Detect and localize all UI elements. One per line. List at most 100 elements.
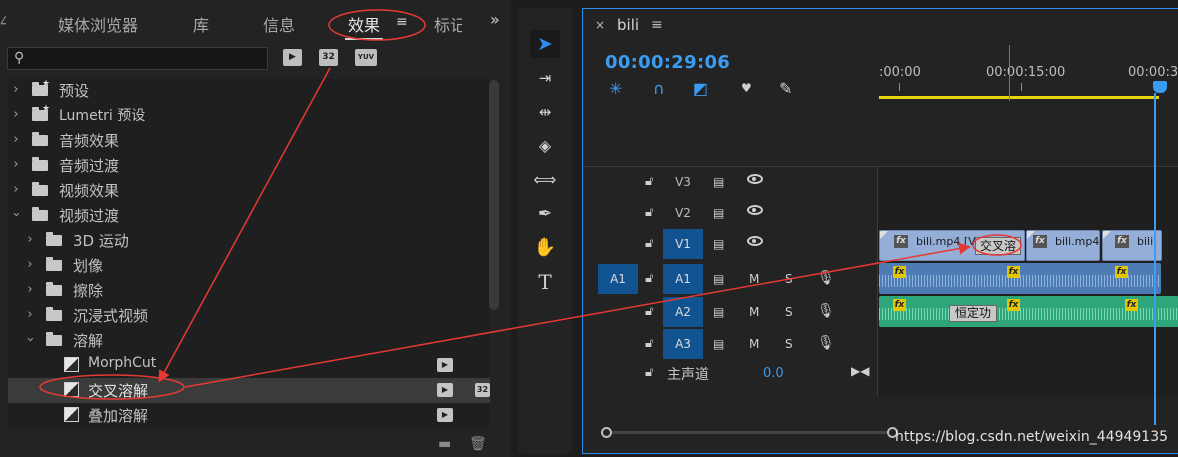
playhead-handle[interactable]: [1153, 81, 1167, 93]
tree-item-additive-dissolve[interactable]: 叠加溶解 ▶: [8, 403, 490, 428]
tree-item-3d-motion[interactable]: › 3D 运动: [8, 228, 490, 253]
lock-icon[interactable]: 🔓︎: [645, 271, 653, 286]
lock-icon[interactable]: 🔓︎: [645, 365, 653, 380]
tree-item-iris[interactable]: › 划像: [8, 253, 490, 278]
zoom-start-handle[interactable]: [601, 427, 612, 438]
add-marker-icon[interactable]: ♥: [741, 81, 752, 95]
linked-selection-icon[interactable]: ◩: [693, 79, 708, 98]
search-input[interactable]: [34, 50, 262, 68]
tree-item-wipe[interactable]: › 擦除: [8, 278, 490, 303]
lock-icon[interactable]: 🔓︎: [645, 174, 653, 189]
chevron-right-icon[interactable]: ›: [24, 282, 36, 297]
video-clip[interactable]: fx bili.: [1102, 230, 1162, 261]
mute-button[interactable]: M: [749, 272, 759, 286]
hand-tool-icon[interactable]: ✋: [530, 234, 560, 262]
audio-clip-a1[interactable]: fx fx fx: [879, 263, 1161, 294]
delete-icon[interactable]: 🗑: [469, 436, 487, 452]
sync-lock-icon[interactable]: ▤: [713, 206, 724, 220]
track-target-v3[interactable]: V3: [663, 167, 703, 197]
tree-item-cross-dissolve[interactable]: 交叉溶解 ▶ 32: [8, 378, 490, 403]
constant-power-transition[interactable]: 恒定功: [949, 305, 997, 322]
tree-item-presets[interactable]: › ★ 预设: [8, 78, 490, 103]
chevron-right-icon[interactable]: ›: [10, 82, 22, 97]
tree-item-audio-effects[interactable]: › 音频效果: [8, 128, 490, 153]
tree-item-lumetri-presets[interactable]: › ★ Lumetri 预设: [8, 103, 490, 128]
close-icon[interactable]: ×: [595, 18, 605, 32]
type-tool-icon[interactable]: T: [530, 268, 560, 296]
tab-media-browser[interactable]: 媒体浏览器: [58, 12, 138, 36]
tab-overflow-icon[interactable]: »: [490, 10, 500, 29]
track-target-a1[interactable]: A1: [663, 264, 703, 294]
lock-icon[interactable]: 🔓︎: [645, 236, 653, 251]
tree-item-morphcut[interactable]: MorphCut ▶: [8, 353, 490, 378]
tree-scrollbar[interactable]: [489, 80, 499, 310]
selection-tool-icon[interactable]: ➤: [530, 30, 560, 58]
lock-icon[interactable]: 🔓︎: [645, 304, 653, 319]
tree-item-video-transitions[interactable]: › 视频过渡: [8, 203, 490, 228]
mute-button[interactable]: M: [749, 337, 759, 351]
go-to-end-icon[interactable]: ▶◀: [851, 364, 869, 378]
sequence-name[interactable]: bili: [617, 16, 639, 34]
razor-tool-icon[interactable]: ◈: [530, 132, 560, 160]
time-ruler[interactable]: :00:00 00:00:15:00 00:00:30: [879, 43, 1178, 167]
timeline-zoom-scrollbar[interactable]: [601, 427, 898, 438]
32bit-filter-button[interactable]: 32: [319, 49, 338, 66]
chevron-right-icon[interactable]: ›: [10, 132, 22, 147]
track-target-a3[interactable]: A3: [663, 329, 703, 359]
chevron-right-icon[interactable]: ›: [10, 157, 22, 172]
tab-libraries[interactable]: 库: [193, 12, 209, 36]
tab-info[interactable]: 信息: [263, 12, 295, 36]
microphone-icon[interactable]: 🎙︎: [817, 303, 835, 319]
chevron-right-icon[interactable]: ›: [24, 232, 36, 247]
chevron-right-icon[interactable]: ›: [10, 182, 22, 197]
sync-lock-icon[interactable]: ▤: [713, 175, 724, 189]
chevron-down-icon[interactable]: ›: [23, 334, 38, 346]
tree-item-immersive-video[interactable]: › 沉浸式视频: [8, 303, 490, 328]
solo-button[interactable]: S: [785, 305, 793, 319]
video-clip[interactable]: fx bili.mp4: [1026, 230, 1100, 261]
microphone-icon[interactable]: 🎙︎: [817, 270, 835, 286]
accelerated-effects-filter-icon[interactable]: ▶: [283, 49, 302, 66]
tab-markers[interactable]: 标记: [434, 12, 462, 36]
solo-button[interactable]: S: [785, 272, 793, 286]
sync-lock-icon[interactable]: ▤: [713, 237, 724, 251]
ripple-edit-tool-icon[interactable]: ⇹: [530, 98, 560, 126]
lock-icon[interactable]: 🔓︎: [645, 205, 653, 220]
tab-effects[interactable]: 效果: [348, 12, 380, 36]
playhead-timecode[interactable]: 00:00:29:06: [605, 52, 730, 73]
pen-tool-icon[interactable]: ✒: [530, 200, 560, 228]
new-folder-icon[interactable]: ▬: [438, 436, 451, 452]
sync-lock-icon[interactable]: ▤: [713, 305, 724, 319]
track-target-v1[interactable]: V1: [663, 229, 703, 259]
chevron-down-icon[interactable]: ›: [9, 209, 24, 221]
timeline-settings-wrench-icon[interactable]: ✎: [779, 79, 792, 98]
track-select-tool-icon[interactable]: ⇥: [530, 64, 560, 92]
track-target-v2[interactable]: V2: [663, 198, 703, 228]
eye-icon[interactable]: [747, 174, 763, 184]
chevron-right-icon[interactable]: ›: [10, 107, 22, 122]
yuv-filter-button[interactable]: YUV: [355, 49, 377, 66]
effects-search[interactable]: ⚲: [7, 47, 268, 70]
microphone-icon[interactable]: 🎙︎: [817, 335, 835, 351]
mute-button[interactable]: M: [749, 305, 759, 319]
work-area-bar[interactable]: [879, 96, 1159, 99]
solo-button[interactable]: S: [785, 337, 793, 351]
source-patch-a1[interactable]: A1: [598, 264, 638, 294]
eye-icon[interactable]: [747, 236, 763, 246]
audio-clip-a2[interactable]: fx fx fx: [879, 296, 1178, 327]
cross-dissolve-transition[interactable]: 交叉溶: [975, 237, 1021, 255]
sync-lock-icon[interactable]: ▤: [713, 272, 724, 286]
sync-lock-icon[interactable]: ▤: [713, 337, 724, 351]
chevron-right-icon[interactable]: ›: [24, 257, 36, 272]
tree-item-dissolve[interactable]: › 溶解: [8, 328, 490, 353]
chevron-right-icon[interactable]: ›: [24, 307, 36, 322]
snap-magnet-icon[interactable]: ∩: [653, 79, 665, 98]
tree-item-video-effects[interactable]: › 视频效果: [8, 178, 490, 203]
master-volume-value[interactable]: 0.0: [763, 366, 784, 381]
nest-icon[interactable]: ✳: [609, 79, 622, 98]
eye-icon[interactable]: [747, 205, 763, 215]
lock-icon[interactable]: 🔓︎: [645, 336, 653, 351]
track-target-a2[interactable]: A2: [663, 297, 703, 327]
tree-item-audio-transitions[interactable]: › 音频过渡: [8, 153, 490, 178]
panel-menu-icon[interactable]: ≡: [396, 14, 408, 30]
